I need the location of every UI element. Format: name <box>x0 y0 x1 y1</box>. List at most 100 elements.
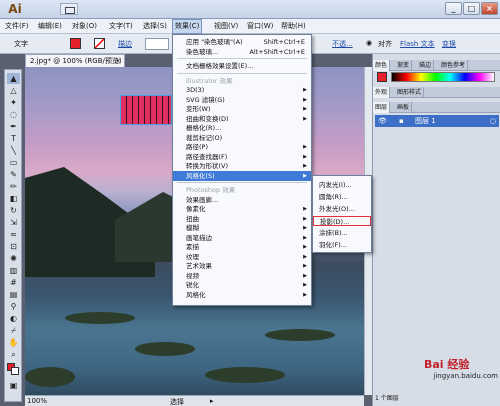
opacity-link[interactable]: 不透... <box>332 39 353 49</box>
scale-tool-icon[interactable]: ⇲ <box>7 217 20 228</box>
effect-menu-item[interactable]: 染色玻璃... Alt+Shift+Ctrl+E <box>173 47 311 57</box>
menu-6[interactable]: 视图(V) <box>212 19 240 34</box>
layout-icon[interactable] <box>60 3 78 15</box>
effect-menu-item[interactable]: 纹理 ▶ <box>173 252 311 262</box>
align-label[interactable]: 对齐 <box>378 39 392 49</box>
panel-tab[interactable]: 外观 <box>373 87 391 98</box>
transform-link[interactable]: 变换 <box>442 39 456 49</box>
eyedropper-icon[interactable]: ⚲ <box>7 301 20 312</box>
effect-menu-item[interactable]: 锐化 ▶ <box>173 280 311 290</box>
status-mode[interactable]: 选择 <box>170 397 184 406</box>
effect-menu-item[interactable]: 文档栅格效果设置(E)... <box>173 61 311 71</box>
menu-1[interactable]: 编辑(E) <box>36 19 64 34</box>
status-arrow-icon[interactable]: ▸ <box>210 397 214 405</box>
restore-button[interactable]: □ <box>463 2 480 15</box>
menu-7[interactable]: 窗口(W) <box>245 19 275 34</box>
pen-tool-icon[interactable]: ✒ <box>7 121 20 132</box>
effect-menu-label: 纹理 <box>186 252 199 261</box>
color-spectrum[interactable] <box>377 70 497 86</box>
fill-swatch-panel[interactable] <box>377 72 387 82</box>
effect-menu-item[interactable]: 模糊 ▶ <box>173 223 311 233</box>
effect-menu-item[interactable]: 应用 "染色玻璃"(A) Shift+Ctrl+E <box>173 37 311 47</box>
effect-menu-item[interactable]: 3D(3) ▶ <box>173 85 311 95</box>
align-icon[interactable]: ◉ <box>366 39 372 47</box>
free-transform-icon[interactable]: ⊡ <box>7 241 20 252</box>
zoom-level[interactable]: 100% <box>27 397 47 405</box>
close-tab-icon[interactable]: × <box>115 55 121 67</box>
slice-tool-icon[interactable]: ⌿ <box>7 325 20 336</box>
type-tool-icon[interactable]: T <box>7 133 20 144</box>
effect-menu-item[interactable]: 变形(W) ▶ <box>173 104 311 114</box>
rectangle-tool-icon[interactable]: ▭ <box>7 157 20 168</box>
effect-menu-item[interactable]: 转换为形状(V) ▶ <box>173 161 311 171</box>
selected-text-object[interactable] <box>120 95 172 125</box>
menu-5[interactable]: 效果(C) <box>172 19 203 34</box>
symbol-sprayer-icon[interactable]: ✺ <box>7 253 20 264</box>
panel-tab[interactable]: 画板 <box>395 102 413 113</box>
panel-tab[interactable]: 图形样式 <box>395 87 425 98</box>
stylize-item[interactable]: 内发光(I)... <box>313 180 371 190</box>
stylize-item[interactable]: 投影(D)... <box>313 216 371 226</box>
effect-menu-item[interactable]: 扭曲 ▶ <box>173 214 311 224</box>
menu-3[interactable]: 文字(T) <box>107 19 135 34</box>
stroke-link[interactable]: 描边 <box>118 39 132 49</box>
effect-menu-item[interactable]: 素描 ▶ <box>173 242 311 252</box>
effect-menu-label: 效果画廊... <box>186 195 219 204</box>
effect-menu-item[interactable]: 画笔描边 ▶ <box>173 233 311 243</box>
eraser-icon[interactable]: ◧ <box>7 193 20 204</box>
spectrum-bar[interactable] <box>391 72 495 82</box>
fill-swatch[interactable] <box>70 38 81 49</box>
minimize-button[interactable]: _ <box>445 2 462 15</box>
screen-mode-icon[interactable]: ▣ <box>7 380 20 391</box>
layer-row[interactable]: 👁 ▪ 图层 1 ○ <box>375 115 499 127</box>
direct-selection-tool-icon[interactable]: △ <box>7 85 20 96</box>
layer-target-icon[interactable]: ○ <box>490 115 496 127</box>
effect-menu-item[interactable]: 栅格化(R)... <box>173 123 311 133</box>
menu-8[interactable]: 帮助(H) <box>279 19 308 34</box>
effect-menu-item[interactable]: 像素化 ▶ <box>173 204 311 214</box>
layer-name[interactable]: 图层 1 <box>415 115 436 127</box>
magic-wand-icon[interactable]: ✦ <box>7 97 20 108</box>
effect-menu-item[interactable]: 风格化(S) ▶ <box>173 170 311 181</box>
panel-tab[interactable]: 图层 <box>373 102 391 113</box>
effect-menu-item[interactable]: 扭曲和变换(D) ▶ <box>173 114 311 124</box>
gradient-tool-icon[interactable]: ▤ <box>7 289 20 300</box>
effect-menu-item[interactable]: 效果画廊... <box>173 195 311 205</box>
menu-0[interactable]: 文件(F) <box>3 19 31 34</box>
effect-menu-item[interactable]: 风格化 ▶ <box>173 290 311 300</box>
effect-menu-label: 3D(3) <box>186 86 205 94</box>
menu-2[interactable]: 对象(O) <box>70 19 99 34</box>
blend-tool-icon[interactable]: ◐ <box>7 313 20 324</box>
hand-tool-icon[interactable]: ✋ <box>7 337 20 348</box>
stylize-item[interactable]: 涂抹(B)... <box>313 228 371 238</box>
document-tab[interactable]: 2.jpg* @ 100% (RGB/预览) × <box>25 54 125 67</box>
stroke-weight-field[interactable] <box>145 38 169 50</box>
stroke-color-icon[interactable] <box>11 367 19 375</box>
effect-menu-item[interactable]: 裁剪标记(O) <box>173 133 311 143</box>
stylize-item[interactable]: 羽化(F)... <box>313 240 371 250</box>
menu-4[interactable]: 选择(S) <box>141 19 169 34</box>
zoom-tool-icon[interactable]: ⌕ <box>7 349 20 360</box>
effect-menu-item[interactable]: SVG 滤镜(G) ▶ <box>173 95 311 105</box>
stylize-item[interactable]: 圆角(R)... <box>313 192 371 202</box>
shortcut-label: Shift+Ctrl+E <box>263 38 305 46</box>
close-button[interactable]: × <box>481 2 498 15</box>
paintbrush-icon[interactable]: ✎ <box>7 169 20 180</box>
stroke-swatch[interactable] <box>94 38 105 49</box>
effect-menu-item[interactable]: 视频 ▶ <box>173 271 311 281</box>
effect-menu-item[interactable]: 艺术效果 ▶ <box>173 261 311 271</box>
pencil-icon[interactable]: ✏ <box>7 181 20 192</box>
selection-tool-icon[interactable]: ▲ <box>7 73 20 84</box>
effect-menu-item[interactable]: 路径查找器(F) ▶ <box>173 152 311 162</box>
mesh-tool-icon[interactable]: # <box>7 277 20 288</box>
submenu-arrow-icon: ▶ <box>303 163 307 169</box>
warp-tool-icon[interactable]: ≈ <box>7 229 20 240</box>
flash-text-link[interactable]: Flash 文本 <box>400 39 435 49</box>
graph-tool-icon[interactable]: ▥ <box>7 265 20 276</box>
lasso-icon[interactable]: ◌ <box>7 109 20 120</box>
stylize-item[interactable]: 外发光(O)... <box>313 204 371 214</box>
rotate-tool-icon[interactable]: ↻ <box>7 205 20 216</box>
effect-menu-item[interactable]: 路径(P) ▶ <box>173 142 311 152</box>
visibility-eye-icon[interactable]: 👁 <box>378 115 387 127</box>
line-tool-icon[interactable]: ╲ <box>7 145 20 156</box>
